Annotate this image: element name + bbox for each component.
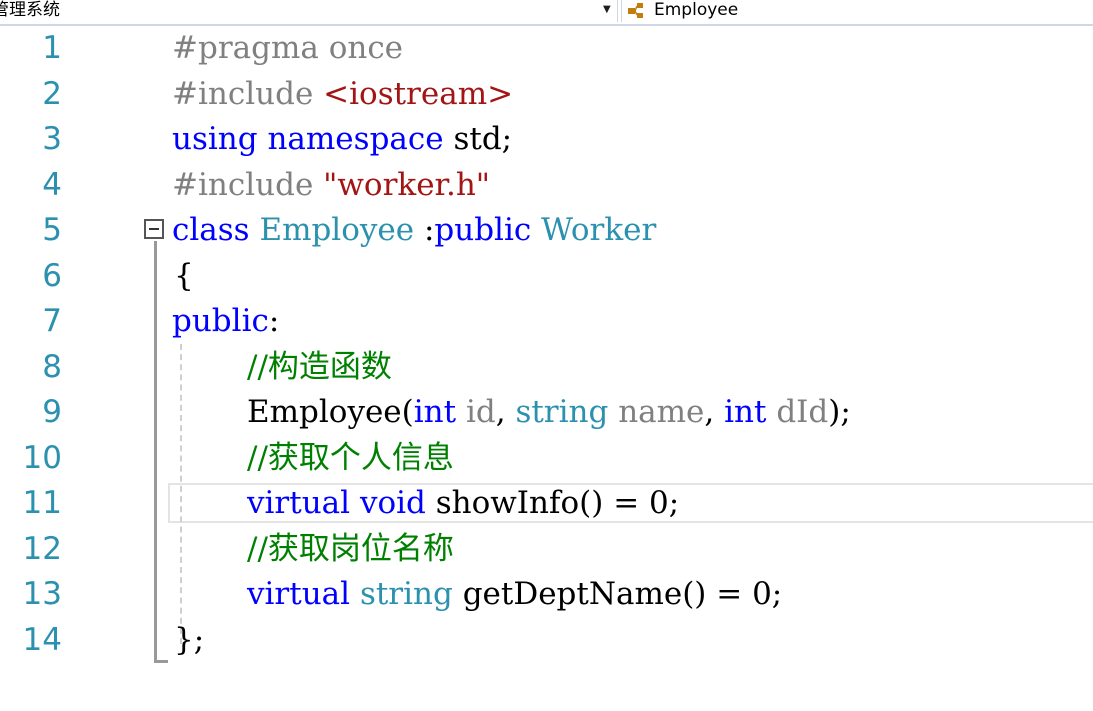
fold-guide [154, 241, 157, 663]
code-text: , [704, 394, 725, 430]
parameter: dId [766, 394, 829, 430]
parameter: id [456, 394, 496, 430]
keyword: int [413, 394, 457, 430]
line-number: 12 [22, 530, 62, 567]
line-number: 5 [42, 212, 62, 248]
preprocessor-directive: #pragma once [172, 30, 404, 66]
navigation-bar: 管理系统 ▼ Employee [0, 0, 1093, 26]
base-class-name: Worker [541, 212, 657, 248]
comment: //获取岗位名称 [247, 530, 454, 567]
code-line-7[interactable]: public: [172, 299, 279, 345]
line-number: 13 [22, 576, 62, 612]
code-text: showInfo() = 0; [425, 485, 680, 521]
code-text: }; [174, 621, 205, 658]
keyword: public [434, 212, 532, 248]
code-line-5[interactable]: class Employee :public Worker [172, 208, 656, 254]
keyword: void [359, 485, 426, 521]
code-editor[interactable]: 1 2 3 4 5 6 7 8 9 10 11 12 13 14 #pragma… [0, 26, 1093, 711]
line-number: 11 [22, 485, 62, 521]
preprocessor-directive: #include [172, 75, 324, 112]
class-scope-dropdown[interactable]: Employee [621, 0, 1093, 22]
code-line-4[interactable]: #include "worker.h" [172, 163, 490, 209]
fold-guide-end [154, 660, 168, 663]
line-number: 7 [42, 303, 62, 339]
code-line-11[interactable]: virtual void showInfo() = 0; [247, 481, 679, 527]
code-text: : [414, 212, 435, 248]
keyword: virtual [247, 485, 351, 521]
keyword: namespace [267, 121, 444, 157]
dropdown-arrow-icon[interactable]: ▼ [603, 2, 611, 18]
line-number: 10 [22, 439, 62, 476]
code-text: , [495, 394, 516, 430]
comment: //构造函数 [247, 348, 392, 385]
indent-guide [180, 344, 182, 644]
code-line-13[interactable]: virtual string getDeptName() = 0; [247, 572, 782, 618]
code-text: Employee( [247, 394, 414, 430]
keyword: virtual [247, 576, 351, 612]
code-line-3[interactable]: using namespace std; [172, 117, 512, 163]
include-header: "worker.h" [323, 166, 491, 203]
line-number: 14 [22, 621, 62, 658]
type-name: string [515, 394, 609, 430]
code-text: { [174, 257, 194, 294]
class-icon [628, 3, 643, 18]
code-text: ); [828, 394, 851, 430]
code-line-12[interactable]: //获取岗位名称 [247, 527, 454, 573]
class-name: Employee [259, 212, 415, 248]
keyword: int [724, 394, 767, 430]
type-name: string [359, 576, 453, 612]
code-line-6[interactable]: { [174, 254, 194, 300]
class-scope-label: Employee [654, 0, 739, 20]
line-number: 4 [42, 166, 62, 203]
comment: //获取个人信息 [247, 439, 454, 476]
include-header: <iostream> [323, 75, 514, 112]
preprocessor-directive: #include [172, 166, 324, 203]
parameter: name [608, 394, 705, 430]
line-number: 8 [42, 348, 62, 385]
line-number: 6 [42, 257, 62, 294]
code-line-8[interactable]: //构造函数 [247, 345, 392, 391]
code-text: std; [443, 121, 513, 157]
project-scope-label: 管理系统 [0, 0, 60, 20]
project-scope-dropdown[interactable]: 管理系统 ▼ [0, 0, 618, 22]
code-text: : [268, 303, 280, 339]
collapse-icon[interactable] [144, 219, 164, 239]
line-number: 9 [42, 394, 62, 430]
keyword: public [172, 303, 269, 339]
keyword: class [172, 212, 250, 248]
line-number: 3 [42, 121, 62, 157]
code-line-10[interactable]: //获取个人信息 [247, 436, 454, 482]
code-line-9[interactable]: Employee(int id, string name, int dId); [247, 390, 851, 436]
line-number: 2 [42, 75, 62, 112]
code-line-1[interactable]: #pragma once [172, 26, 403, 72]
code-text: getDeptName() = 0; [452, 576, 783, 612]
code-line-2[interactable]: #include <iostream> [172, 72, 513, 118]
code-line-14[interactable]: }; [174, 618, 204, 664]
keyword: using [172, 121, 258, 157]
line-number: 1 [42, 30, 62, 66]
